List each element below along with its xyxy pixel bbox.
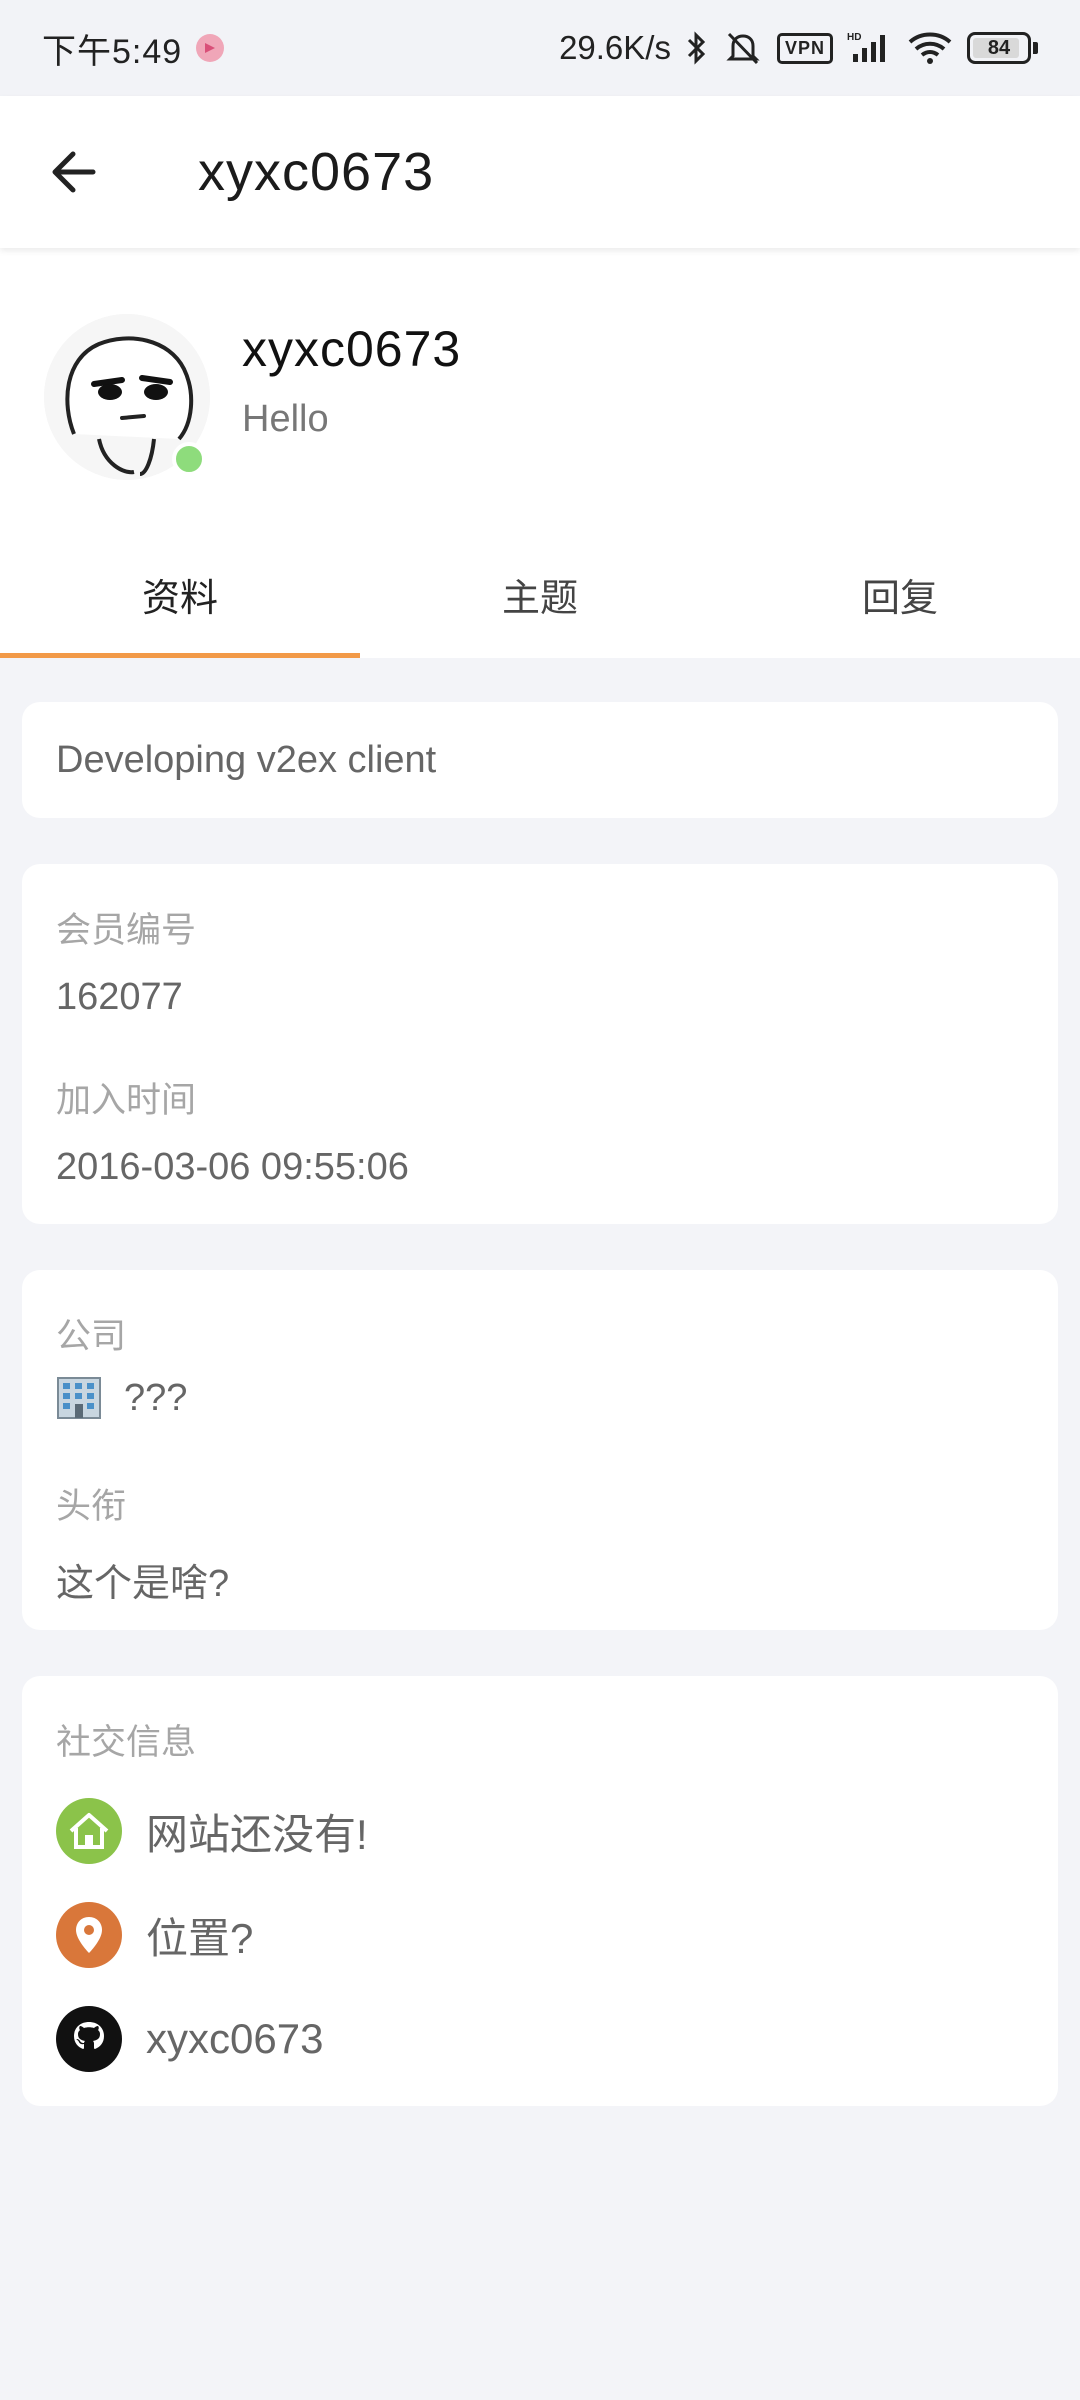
online-status-dot bbox=[172, 442, 206, 476]
about-text: Developing v2ex client bbox=[56, 738, 437, 781]
profile-username: xyxc0673 bbox=[242, 321, 462, 377]
svg-text:HD: HD bbox=[847, 32, 861, 43]
back-button[interactable] bbox=[18, 117, 128, 227]
bluetooth-icon bbox=[685, 30, 709, 66]
signal-icon: HD bbox=[847, 30, 893, 66]
status-bar-left: 下午5:49 bbox=[42, 24, 225, 73]
status-time: 下午5:49 bbox=[42, 32, 183, 71]
github-icon bbox=[56, 2006, 122, 2072]
location-pin-icon bbox=[56, 1902, 122, 1968]
social-github-text: xyxc0673 bbox=[146, 2015, 324, 2062]
company-label: 公司 bbox=[56, 1317, 127, 1356]
member-number-value: 162077 bbox=[56, 976, 183, 1018]
social-location-text: 位置? bbox=[146, 1914, 254, 1962]
join-time-value: 2016-03-06 09:55:06 bbox=[56, 1146, 409, 1188]
profile-header: xyxc0673 Hello 资料 主题 回复 bbox=[0, 248, 1080, 658]
status-bar-right: 29.6K/s VPN HD 84 bbox=[545, 29, 1038, 67]
company-row: ??? bbox=[56, 1376, 187, 1420]
page-title: xyxc0673 bbox=[198, 142, 435, 202]
member-info-card: 会员编号 162077 加入时间 2016-03-06 09:55:06 bbox=[22, 864, 1058, 1224]
tab-replies[interactable]: 回复 bbox=[720, 530, 1080, 658]
about-card: Developing v2ex client bbox=[22, 702, 1058, 818]
arrow-left-icon bbox=[52, 151, 96, 193]
battery-level: 84 bbox=[987, 36, 1011, 59]
work-info-card: 公司 ??? 头衔 这个是啥? bbox=[22, 1270, 1058, 1630]
app-bar: xyxc0673 bbox=[0, 96, 1080, 248]
profile-tagline: Hello bbox=[242, 398, 329, 440]
notification-app-icon bbox=[196, 34, 225, 62]
tab-profile[interactable]: 资料 bbox=[0, 530, 360, 658]
vpn-badge: VPN bbox=[776, 32, 833, 64]
social-info-label: 社交信息 bbox=[56, 1723, 197, 1762]
office-building-icon bbox=[56, 1376, 102, 1420]
join-time-label: 加入时间 bbox=[56, 1081, 197, 1120]
profile-tabs: 资料 主题 回复 bbox=[0, 530, 1080, 658]
member-number-label: 会员编号 bbox=[56, 911, 197, 950]
battery-icon: 84 bbox=[967, 32, 1038, 64]
social-website-row[interactable]: 网站还没有! bbox=[56, 1798, 368, 1864]
silent-bell-icon bbox=[723, 30, 763, 66]
company-value: ??? bbox=[124, 1376, 188, 1419]
tab-topics[interactable]: 主题 bbox=[360, 530, 720, 658]
social-github-row[interactable]: xyxc0673 bbox=[56, 2006, 323, 2072]
social-website-text: 网站还没有! bbox=[146, 1810, 368, 1858]
social-info-card: 社交信息 网站还没有! 位置? xyxc0673 bbox=[22, 1676, 1058, 2106]
job-title-label: 头衔 bbox=[56, 1487, 127, 1526]
avatar-container[interactable] bbox=[44, 314, 210, 480]
job-title-value: 这个是啥? bbox=[56, 1563, 230, 1605]
status-bar: 下午5:49 29.6K/s VPN HD 84 bbox=[0, 0, 1080, 96]
home-icon bbox=[56, 1798, 122, 1864]
social-location-row[interactable]: 位置? bbox=[56, 1902, 253, 1968]
network-speed: 29.6K/s bbox=[559, 29, 671, 66]
wifi-icon bbox=[907, 30, 953, 66]
